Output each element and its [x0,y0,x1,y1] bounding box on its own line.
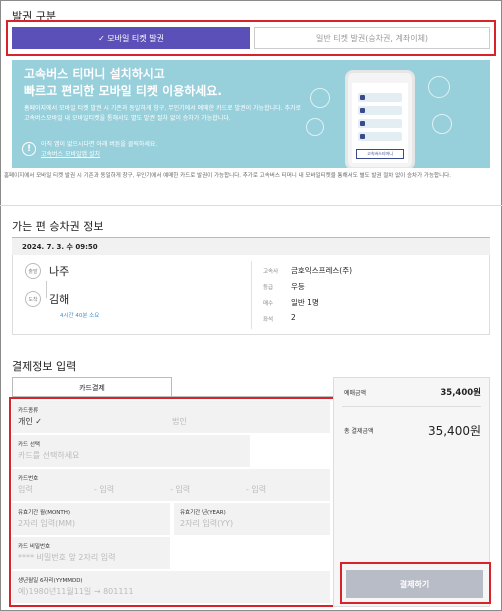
arrive-terminal: 김해 [49,293,70,306]
exclamation-icon: ! [22,142,36,156]
company-value: 금호익스프레스(주) [291,266,353,275]
total-label: 총 결제금액 [344,428,374,435]
banner-note: ! 아직 앱이 없으시다면 아래 버튼을 클릭하세요. 고속버스 모바일앱 설치 [22,140,157,160]
ticket-circle-icon [310,88,330,108]
phone-brand-label: 고속버스티머니 [356,149,404,159]
wallet-circle-icon [306,118,324,136]
trip-section-title: 가는 편 승차권 정보 [12,220,104,233]
company-label: 고속사 [263,269,279,275]
tab-card-payment[interactable]: 카드결제 [12,377,172,397]
summary-divider [342,406,481,407]
tab-paper-ticket[interactable]: 일반 티켓 발권(승차권, 계좌이체) [254,27,490,49]
phone-illustration: 고속버스티머니 [345,70,415,168]
payment-section-title: 결제정보 입력 [12,360,77,373]
bus-circle-icon [428,76,450,98]
banner-headline-line2: 빠르고 편리한 모바일 티켓 이용하세요. [24,84,222,98]
mobile-ticket-footnote: 홈페이지에서 모바일 티켓 발권 시 기존과 동일하게 창구, 무인기에서 예매… [4,173,451,179]
count-value: 일반 1명 [291,298,319,307]
banner-description: 홈페이지에서 모바일 티켓 발권 시 기존과 동일하게 창구, 무인기에서 예매… [24,105,302,122]
trip-details: 출발 나주 도착 김해 4시간 40분 소요 고속사 금호익스프레스(주) 등급… [12,255,490,335]
section-divider [0,205,502,206]
route-line [46,281,47,298]
card-form-highlight [9,397,340,607]
trip-duration: 4시간 40분 소요 [60,313,100,319]
total-amount: 35,400원 [427,424,481,438]
depart-badge: 출발 [25,263,41,279]
trip-divider [251,261,252,329]
banner-note-text: 아직 앱이 없으시다면 아래 버튼을 클릭하세요. [41,141,158,148]
card-circle-icon [432,114,452,134]
banner-headline-line1: 고속버스 티머니 설치하시고 [24,67,165,81]
banner-headline: 고속버스 티머니 설치하시고 빠르고 편리한 모바일 티켓 이용하세요. [24,66,222,100]
trip-datetime: 2024. 7. 3. 수 09:50 [12,237,490,255]
fare-amount: 35,400원 [440,388,481,398]
app-install-link[interactable]: 고속버스 모바일앱 설치 [41,150,157,160]
app-promo-banner: 고속버스 티머니 설치하시고 빠르고 편리한 모바일 티켓 이용하세요. 홈페이… [12,60,490,168]
tab-mobile-ticket[interactable]: ✓ 모바일 티켓 발권 [12,27,250,49]
grade-label: 등급 [263,285,274,291]
seat-value: 2 [291,313,296,322]
count-label: 매수 [263,301,274,307]
seat-label: 좌석 [263,317,274,323]
arrive-badge: 도착 [25,291,41,307]
depart-terminal: 나주 [49,265,70,278]
pay-button-highlight [340,562,491,604]
fare-label: 예매금액 [344,390,367,397]
grade-value: 우등 [291,282,305,291]
